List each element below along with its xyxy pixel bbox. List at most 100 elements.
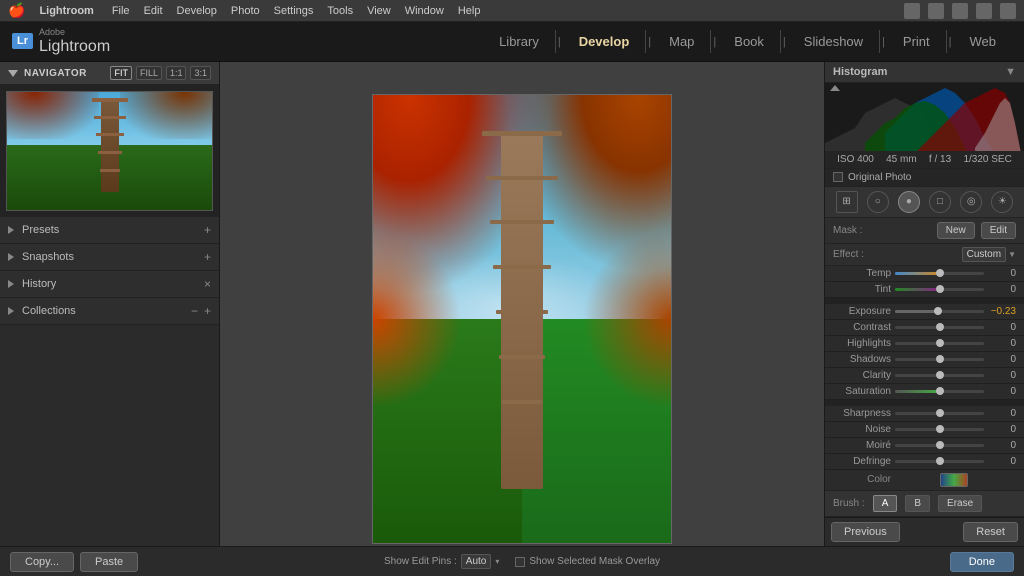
done-button[interactable]: Done: [950, 552, 1014, 572]
tool-target-icon[interactable]: ◎: [960, 191, 982, 213]
contrast-thumb[interactable]: [936, 323, 944, 331]
tint-track[interactable]: [895, 288, 984, 291]
defringe-thumb[interactable]: [936, 457, 944, 465]
highlights-thumb[interactable]: [936, 339, 944, 347]
brush-b-button[interactable]: B: [905, 495, 930, 512]
navigator-thumbnail[interactable]: [0, 85, 219, 217]
effect-dropdown[interactable]: Custom: [962, 247, 1006, 262]
apple-menu[interactable]: 🍎: [8, 2, 25, 19]
collections-section[interactable]: Collections − +: [0, 298, 219, 325]
edit-mask-button[interactable]: Edit: [981, 222, 1016, 239]
moire-track[interactable]: [895, 444, 984, 447]
saturation-track[interactable]: [895, 390, 984, 393]
clarity-track[interactable]: [895, 374, 984, 377]
tint-thumb[interactable]: [936, 285, 944, 293]
tool-square-icon[interactable]: □: [929, 191, 951, 213]
shadows-track[interactable]: [895, 358, 984, 361]
temp-value: 0: [988, 268, 1016, 279]
defringe-track[interactable]: [895, 460, 984, 463]
tool-brush-icon[interactable]: ●: [898, 191, 920, 213]
slider-exposure: Exposure −0.23: [825, 304, 1024, 320]
shadows-thumb[interactable]: [936, 355, 944, 363]
tab-book[interactable]: Book: [718, 30, 781, 53]
new-mask-button[interactable]: New: [937, 222, 975, 239]
menu-file[interactable]: File: [112, 5, 130, 17]
temp-track[interactable]: [895, 272, 984, 275]
tab-develop[interactable]: Develop: [563, 30, 647, 53]
clarity-thumb[interactable]: [936, 371, 944, 379]
sharpness-thumb[interactable]: [936, 409, 944, 417]
photo-canvas: [220, 62, 824, 576]
exif-focal: 45 mm: [886, 154, 917, 165]
history-section[interactable]: History ×: [0, 271, 219, 298]
paste-button[interactable]: Paste: [80, 552, 138, 572]
original-photo-checkbox[interactable]: [833, 172, 843, 182]
presets-section[interactable]: Presets +: [0, 217, 219, 244]
sliders-group-1: Temp 0 Tint 0: [825, 266, 1024, 298]
moire-thumb[interactable]: [936, 441, 944, 449]
brush-erase-button[interactable]: Erase: [938, 495, 982, 512]
menu-view[interactable]: View: [367, 5, 391, 17]
saturation-value: 0: [988, 386, 1016, 397]
zoom-fit[interactable]: FIT: [110, 66, 132, 80]
moire-value: 0: [988, 440, 1016, 451]
menu-settings[interactable]: Settings: [274, 5, 314, 17]
highlights-track[interactable]: [895, 342, 984, 345]
sharpness-track[interactable]: [895, 412, 984, 415]
presets-add-icon[interactable]: +: [204, 223, 211, 237]
tool-circle-icon[interactable]: ○: [867, 191, 889, 213]
shadows-label: Shadows: [833, 354, 891, 365]
zoom-3-1[interactable]: 3:1: [190, 66, 211, 80]
tool-sun-icon[interactable]: ☀: [991, 191, 1013, 213]
tab-map[interactable]: Map: [653, 30, 711, 53]
slider-temp: Temp 0: [825, 266, 1024, 282]
slider-shadows: Shadows 0: [825, 352, 1024, 368]
slider-tint: Tint 0: [825, 282, 1024, 298]
previous-button[interactable]: Previous: [831, 522, 900, 542]
presets-triangle-icon: [8, 226, 14, 234]
zoom-1-1[interactable]: 1:1: [166, 66, 187, 80]
tab-library[interactable]: Library: [483, 30, 556, 53]
copy-button[interactable]: Copy...: [10, 552, 74, 572]
collections-add-icon[interactable]: +: [204, 304, 211, 318]
mask-overlay-control: Show Selected Mask Overlay: [515, 556, 660, 567]
snapshots-triangle-icon: [8, 253, 14, 261]
app-name-menu[interactable]: Lightroom: [39, 5, 93, 17]
exposure-thumb[interactable]: [934, 307, 942, 315]
reset-button[interactable]: Reset: [963, 522, 1018, 542]
histogram-menu-icon[interactable]: ▼: [1005, 66, 1016, 78]
menu-window[interactable]: Window: [405, 5, 444, 17]
color-swatch[interactable]: [940, 473, 968, 487]
menu-develop[interactable]: Develop: [177, 5, 217, 17]
history-close-icon[interactable]: ×: [204, 277, 211, 291]
brush-a-button[interactable]: A: [873, 495, 898, 512]
mask-overlay-checkbox[interactable]: [515, 557, 525, 567]
collections-remove-icon[interactable]: −: [191, 304, 198, 318]
tab-slideshow[interactable]: Slideshow: [788, 30, 880, 53]
zoom-fill[interactable]: FILL: [136, 66, 162, 80]
bottom-left: Copy... Paste: [0, 552, 220, 572]
snapshots-add-icon[interactable]: +: [204, 250, 211, 264]
menu-photo[interactable]: Photo: [231, 5, 260, 17]
noise-thumb[interactable]: [936, 425, 944, 433]
tool-grid-icon[interactable]: ⊞: [836, 191, 858, 213]
tab-web[interactable]: Web: [954, 30, 1013, 53]
menu-tools[interactable]: Tools: [327, 5, 353, 17]
menu-help[interactable]: Help: [458, 5, 481, 17]
saturation-label: Saturation: [833, 386, 891, 397]
right-panel: Histogram ▼ ISO: [824, 62, 1024, 576]
effect-label: Effect :: [833, 249, 878, 260]
edit-pins-value[interactable]: Auto: [461, 554, 492, 569]
presets-label: Presets: [22, 224, 204, 236]
menu-edit[interactable]: Edit: [144, 5, 163, 17]
saturation-thumb[interactable]: [936, 387, 944, 395]
temp-thumb[interactable]: [936, 269, 944, 277]
snapshots-section[interactable]: Snapshots +: [0, 244, 219, 271]
tab-print[interactable]: Print: [887, 30, 947, 53]
navigator-header[interactable]: Navigator FIT FILL 1:1 3:1: [0, 62, 219, 85]
contrast-track[interactable]: [895, 326, 984, 329]
exposure-track[interactable]: [895, 310, 984, 313]
color-label: Color: [833, 474, 891, 485]
noise-track[interactable]: [895, 428, 984, 431]
snapshots-label: Snapshots: [22, 251, 204, 263]
